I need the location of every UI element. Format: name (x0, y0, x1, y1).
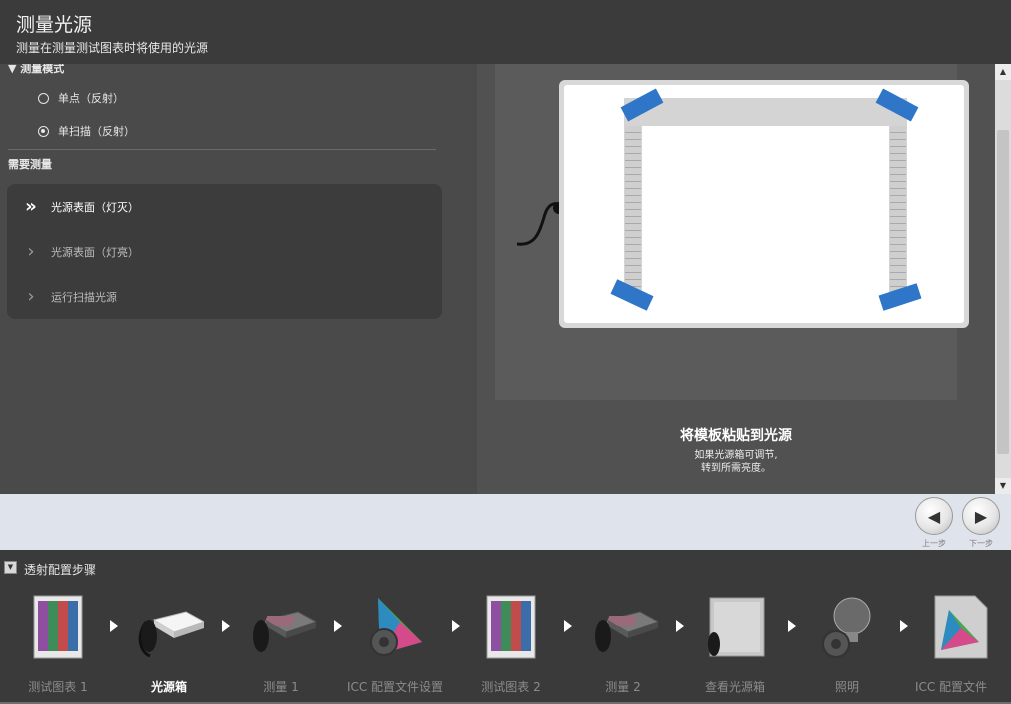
radio-icon[interactable] (38, 92, 49, 104)
workflow-step-label: 测试图表 2 (481, 680, 541, 694)
film-template (624, 98, 907, 298)
illustration-panel: 将模板粘贴到光源 如果光源箱可调节, 转到所需亮度。 (477, 64, 995, 494)
arrow-right-icon (788, 620, 796, 632)
arrow-right-icon (676, 620, 684, 632)
lightbox-device-icon[interactable] (134, 592, 204, 664)
radio-single-scan[interactable]: 单扫描（反射） (38, 123, 135, 139)
step-item-lamp-on[interactable]: › 光源表面（灯亮） (21, 241, 139, 262)
workflow-step-label: 测量 1 (263, 680, 299, 694)
test-chart-icon[interactable] (23, 592, 93, 664)
arrow-right-icon (452, 620, 460, 632)
radio-label: 单点（反射） (58, 92, 124, 105)
previous-button[interactable]: ◀ (915, 497, 953, 535)
next-label: 下一步 (969, 539, 993, 548)
collapse-toggle-icon[interactable]: ▼ (4, 561, 17, 574)
arrow-right-icon (900, 620, 908, 632)
illustration-caption-title: 将模板粘贴到光源 (680, 428, 792, 444)
page-subtitle: 测量在测量测试图表时将使用的光源 (16, 41, 209, 55)
radio-checked-icon[interactable] (38, 125, 49, 137)
chevron-right-icon: › (27, 286, 35, 307)
test-chart-icon[interactable] (476, 592, 546, 664)
divider (8, 149, 436, 150)
icc-profile-icon[interactable] (925, 592, 995, 664)
scroll-thumb[interactable] (997, 130, 1009, 454)
header: 测量光源 测量在测量测试图表时将使用的光源 (0, 0, 1011, 64)
arrow-right-icon (564, 620, 572, 632)
workflow-panel: ▼ 透射配置步骤 测试图表 1 光源箱 测量 1 ICC 配置文件设置 测试图表… (0, 550, 1011, 704)
scroll-up-icon[interactable]: ▲ (995, 64, 1011, 80)
measure-device-icon[interactable] (246, 592, 316, 664)
page-title: 测量光源 (16, 14, 93, 36)
bulb-gear-icon[interactable] (812, 592, 882, 664)
workflow-step-label: ICC 配置文件设置 (346, 680, 444, 694)
double-chevron-right-icon: » (25, 196, 37, 217)
workflow-step-label: ICC 配置文件 (914, 680, 988, 694)
arrow-right-icon: ▶ (974, 506, 988, 526)
lightbox-image (559, 80, 969, 328)
step-item-lamp-off[interactable]: » 光源表面（灯灭） (21, 196, 139, 217)
radio-single-point[interactable]: 单点（反射） (38, 90, 124, 106)
power-cord-icon (516, 202, 565, 246)
step-label: 光源表面（灯灭） (51, 200, 139, 214)
step-label: 运行扫描光源 (51, 290, 117, 304)
illustration-caption-line: 转到所需亮度。 (701, 463, 771, 474)
scroll-down-icon[interactable]: ▼ (995, 478, 1011, 494)
lightbox-view-icon[interactable] (700, 592, 770, 664)
workflow-step-label: 查看光源箱 (704, 680, 765, 694)
workflow-step-label: 照明 (834, 680, 859, 694)
navigation-bar: ◀ 上一步 ▶ 下一步 (0, 494, 1011, 550)
arrow-right-icon (334, 620, 342, 632)
arrow-right-icon (222, 620, 230, 632)
workflow-title: 透射配置步骤 (24, 563, 97, 577)
required-heading: 需要测量 (8, 158, 52, 171)
vertical-scrollbar[interactable]: ▲ ▼ (995, 64, 1011, 494)
arrow-right-icon (110, 620, 118, 632)
workflow-step-label: 光源箱 (150, 680, 187, 694)
measure-device-icon[interactable] (588, 592, 658, 664)
left-panel: ▼ 测量模式 单点（反射） 单扫描（反射） 需要测量 » 光源表面（灯灭） › … (0, 64, 477, 494)
gamut-gear-icon[interactable] (360, 592, 430, 664)
step-item-run-scan[interactable]: › 运行扫描光源 (21, 286, 117, 307)
radio-label: 单扫描（反射） (58, 125, 135, 138)
workflow-step-label: 测量 2 (605, 680, 641, 694)
measure-mode-heading[interactable]: ▼ 测量模式 (8, 64, 64, 76)
next-button[interactable]: ▶ (962, 497, 1000, 535)
workflow-step-label: 测试图表 1 (28, 680, 88, 694)
illustration-area (495, 64, 969, 400)
step-label: 光源表面（灯亮） (51, 245, 139, 259)
previous-label: 上一步 (922, 539, 946, 548)
arrow-left-icon: ◀ (927, 506, 941, 526)
measurement-steps-list: » 光源表面（灯灭） › 光源表面（灯亮） › 运行扫描光源 (7, 184, 442, 319)
chevron-right-icon: › (27, 241, 35, 262)
